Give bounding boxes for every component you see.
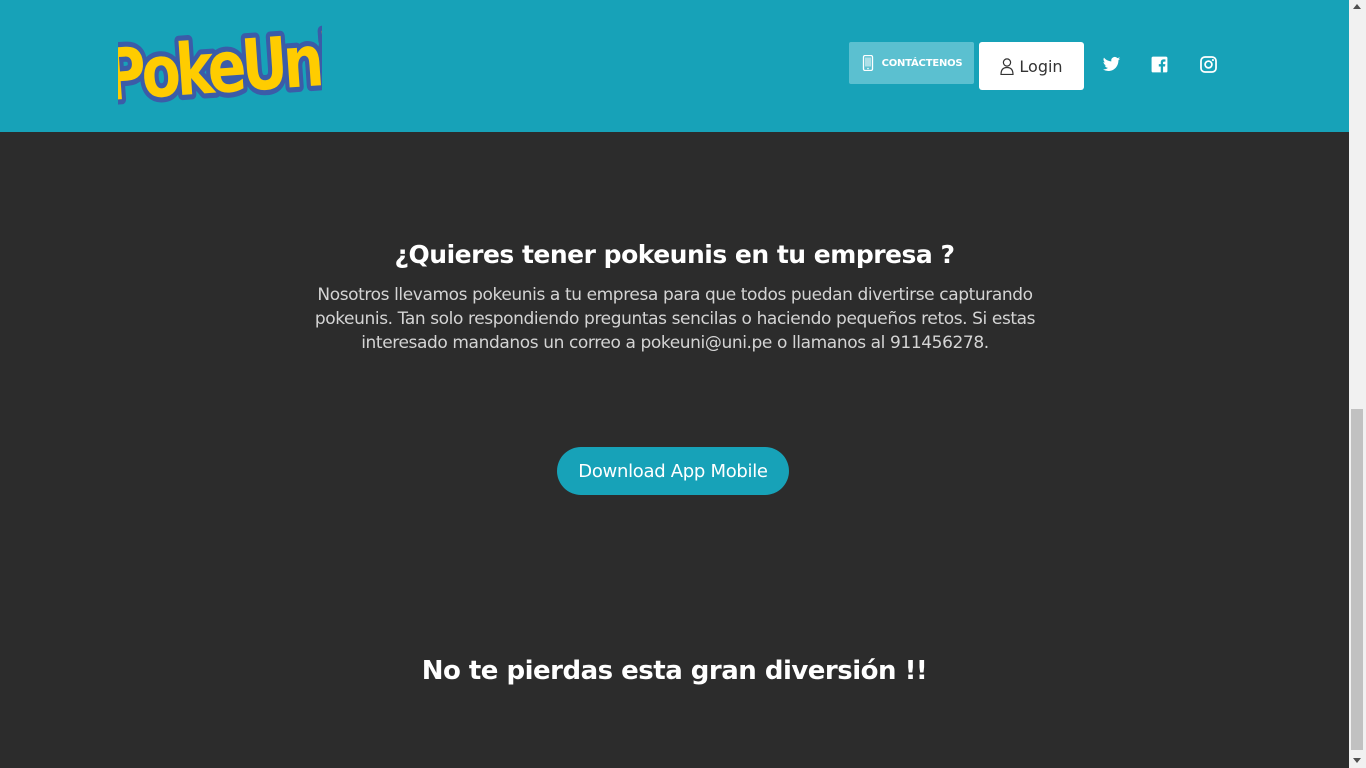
svg-text:PokeUni: PokeUni <box>118 19 322 116</box>
footer-title: No te pierdas esta gran diversión !! <box>421 656 928 686</box>
contact-button-label: CONTÁCTENOS <box>881 57 963 69</box>
instagram-icon <box>1199 55 1217 73</box>
facebook-link[interactable] <box>1148 53 1170 75</box>
login-button-label: Login <box>1019 56 1063 76</box>
scrollbar-thumb[interactable] <box>1351 409 1363 750</box>
user-icon <box>1000 57 1015 75</box>
login-button[interactable]: Login <box>979 42 1084 90</box>
contact-button[interactable]: CONTÁCTENOS <box>849 42 974 84</box>
download-app-button[interactable]: Download App Mobile <box>557 447 789 495</box>
site-header: PokeUni CONTÁCTENOS Login <box>0 0 1349 132</box>
vertical-scrollbar[interactable] <box>1349 0 1366 768</box>
section-description: Nosotros llevamos pokeunis a tu empresa … <box>314 285 1036 353</box>
section-title: ¿Quieres tener pokeunis en tu empresa ? <box>394 240 955 269</box>
facebook-icon <box>1151 56 1167 72</box>
twitter-link[interactable] <box>1100 53 1122 75</box>
instagram-link[interactable] <box>1197 53 1219 75</box>
mobile-phone-icon <box>862 55 873 71</box>
scroll-up-arrow-icon[interactable] <box>1353 4 1361 9</box>
twitter-icon <box>1102 56 1120 71</box>
scroll-down-arrow-icon[interactable] <box>1353 758 1361 763</box>
logo-graphic: PokeUni <box>118 15 322 116</box>
pokeuni-logo[interactable]: PokeUni <box>118 14 322 116</box>
